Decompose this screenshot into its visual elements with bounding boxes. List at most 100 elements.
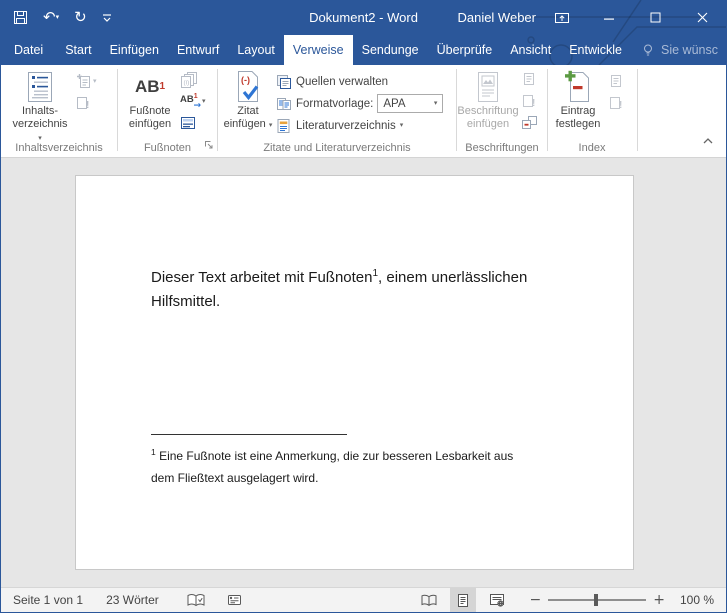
toc-label-line2: verzeichnis xyxy=(12,118,68,130)
group-label-fussnoten: Fußnoten xyxy=(143,142,192,154)
mark-entry-button[interactable]: Eintrag festlegen xyxy=(551,68,605,131)
caption-label-line2: einfügen xyxy=(466,118,510,130)
update-table-button[interactable]: ! xyxy=(521,90,538,112)
insert-endnote-icon: AB1 → xyxy=(180,93,201,111)
caret-down-icon[interactable]: ▾ xyxy=(434,100,443,107)
page-indicator[interactable]: Seite 1 von 1 xyxy=(13,593,83,607)
mark-entry-label-line2: festlegen xyxy=(555,118,601,130)
group-beschriftungen: Beschriftung einfügen ! Beschriftungen xyxy=(457,65,547,156)
word-window: ↶ ▾ ↻ Dokument2 - Word Daniel Weber Date… xyxy=(0,0,727,613)
insert-caption-button[interactable]: Beschriftung einfügen xyxy=(457,68,519,131)
tab-layout[interactable]: Layout xyxy=(228,35,284,65)
document-page[interactable]: Dieser Text arbeitet mit Fußnoten1, eine… xyxy=(75,175,634,570)
svg-text:!: ! xyxy=(86,100,89,111)
manage-sources-button[interactable]: Quellen verwalten xyxy=(276,71,443,92)
document-area: Dieser Text arbeitet mit Fußnoten1, eine… xyxy=(1,158,726,588)
insert-endnote-button[interactable]: AB1 → ▾ xyxy=(180,90,206,112)
insert-footnote-button[interactable]: AB 1 Fußnote einfügen xyxy=(122,68,178,131)
web-layout-button[interactable] xyxy=(484,588,510,612)
manage-sources-label: Quellen verwalten xyxy=(296,75,389,88)
maximize-button[interactable] xyxy=(632,0,679,35)
signed-in-user[interactable]: Daniel Weber xyxy=(457,0,536,35)
minimize-button[interactable] xyxy=(585,0,632,35)
collapse-ribbon-icon[interactable] xyxy=(702,136,714,149)
style-icon xyxy=(277,97,291,110)
insert-caption-icon xyxy=(474,68,502,105)
svg-text:(-): (-) xyxy=(241,75,250,85)
titlebar: ↶ ▾ ↻ Dokument2 - Word Daniel Weber xyxy=(1,0,726,35)
add-text-icon xyxy=(77,74,90,88)
table-of-contents-button[interactable]: Inhalts- verzeichnis ▾ xyxy=(11,68,69,144)
update-toc-button[interactable]: ! xyxy=(75,92,97,114)
index-small-buttons: ! xyxy=(608,70,624,114)
tab-ueberpruefen[interactable]: Überprüfe xyxy=(428,35,502,65)
footnote-label-line2: einfügen xyxy=(128,118,172,130)
group-label-zitate: Zitate und Literaturverzeichnis xyxy=(263,142,411,154)
update-table-icon: ! xyxy=(523,95,535,109)
group-index: Eintrag festlegen ! Index xyxy=(548,65,636,156)
tell-me-label: Sie wünsc xyxy=(661,43,718,57)
next-footnote-icon: (i) xyxy=(181,71,197,88)
body-text[interactable]: Dieser Text arbeitet mit Fußnoten1, eine… xyxy=(151,262,527,314)
insert-index-button[interactable] xyxy=(608,70,624,92)
table-of-contents-icon xyxy=(25,68,55,105)
zoom-slider[interactable] xyxy=(548,594,647,606)
tab-ansicht[interactable]: Ansicht xyxy=(501,35,560,65)
style-combobox[interactable]: APA ▾ xyxy=(377,94,444,113)
zoom-in-button[interactable]: + xyxy=(653,593,665,607)
tab-start[interactable]: Start xyxy=(56,35,100,65)
macro-record-icon[interactable] xyxy=(227,593,242,607)
caret-down-icon: ▾ xyxy=(268,121,273,129)
bibliography-button[interactable]: Literaturverzeichnis ▾ xyxy=(276,115,443,136)
group-label-inhaltsverzeichnis: Inhaltsverzeichnis xyxy=(15,142,103,154)
group-inhaltsverzeichnis: Inhalts- verzeichnis ▾ ▾ ! Inhaltsverzei… xyxy=(1,65,117,156)
header: ↶ ▾ ↻ Dokument2 - Word Daniel Weber Date… xyxy=(1,0,726,65)
insert-citation-button[interactable]: (-) Zitat einfügen ▾ xyxy=(221,68,275,131)
word-count[interactable]: 23 Wörter xyxy=(106,593,159,607)
tab-entwurf[interactable]: Entwurf xyxy=(168,35,228,65)
tab-sendungen[interactable]: Sendunge xyxy=(353,35,428,65)
svg-text:(i): (i) xyxy=(184,79,190,86)
mark-entry-label-line1: Eintrag xyxy=(560,105,596,117)
zoom-out-button[interactable]: − xyxy=(530,593,542,607)
insert-citation-icon: (-) xyxy=(234,68,262,105)
style-label: Formatvorlage: xyxy=(296,97,374,110)
footnote-label-line1: Fußnote xyxy=(129,105,171,117)
close-button[interactable] xyxy=(679,0,726,35)
show-notes-icon xyxy=(181,117,195,129)
print-layout-button[interactable] xyxy=(449,588,476,612)
show-notes-button[interactable] xyxy=(180,112,206,134)
tab-einfuegen[interactable]: Einfügen xyxy=(101,35,168,65)
insert-index-icon xyxy=(611,75,621,87)
web-layout-icon xyxy=(489,594,504,607)
manage-sources-icon xyxy=(277,74,291,89)
mark-entry-icon xyxy=(564,68,592,105)
group-zitate: (-) Zitat einfügen ▾ Quellen verwalten F… xyxy=(218,65,456,156)
add-text-button[interactable]: ▾ xyxy=(75,70,97,92)
read-mode-button[interactable] xyxy=(416,588,442,612)
tell-me-box[interactable]: Sie wünsc xyxy=(631,35,726,65)
endnote-arrow-icon: → xyxy=(193,101,201,111)
tab-verweise-active[interactable]: Verweise xyxy=(283,35,353,65)
cross-reference-icon xyxy=(522,116,537,129)
next-footnote-button[interactable]: (i) xyxy=(180,68,206,90)
footnote-text[interactable]: 1 Eine Fußnote ist eine Anmerkung, die z… xyxy=(151,442,513,489)
proofing-status-icon[interactable] xyxy=(187,593,205,608)
footnote-separator xyxy=(151,434,347,435)
caret-down-icon: ▾ xyxy=(202,96,206,105)
style-value: APA xyxy=(383,97,406,110)
zoom-level[interactable]: 100 % xyxy=(680,593,714,607)
cross-reference-button[interactable] xyxy=(521,112,538,134)
toc-small-buttons: ▾ ! xyxy=(75,70,97,114)
group-fussnoten: AB 1 Fußnote einfügen (i) AB1 → ▾ Fußnot… xyxy=(118,65,217,156)
ribbon-tabs: Datei Start Einfügen Entwurf Layout Verw… xyxy=(1,35,726,65)
update-index-button[interactable]: ! xyxy=(608,92,624,114)
tab-entwickler[interactable]: Entwickle xyxy=(560,35,631,65)
ribbon-display-options-icon[interactable] xyxy=(538,0,585,35)
footnote-small-buttons: (i) AB1 → ▾ xyxy=(180,68,206,134)
insert-table-of-figures-button[interactable] xyxy=(521,68,538,90)
group-label-index: Index xyxy=(578,142,606,154)
table-of-figures-icon xyxy=(524,73,534,85)
zoom-slider-handle[interactable] xyxy=(594,594,599,606)
tab-datei[interactable]: Datei xyxy=(1,35,56,65)
